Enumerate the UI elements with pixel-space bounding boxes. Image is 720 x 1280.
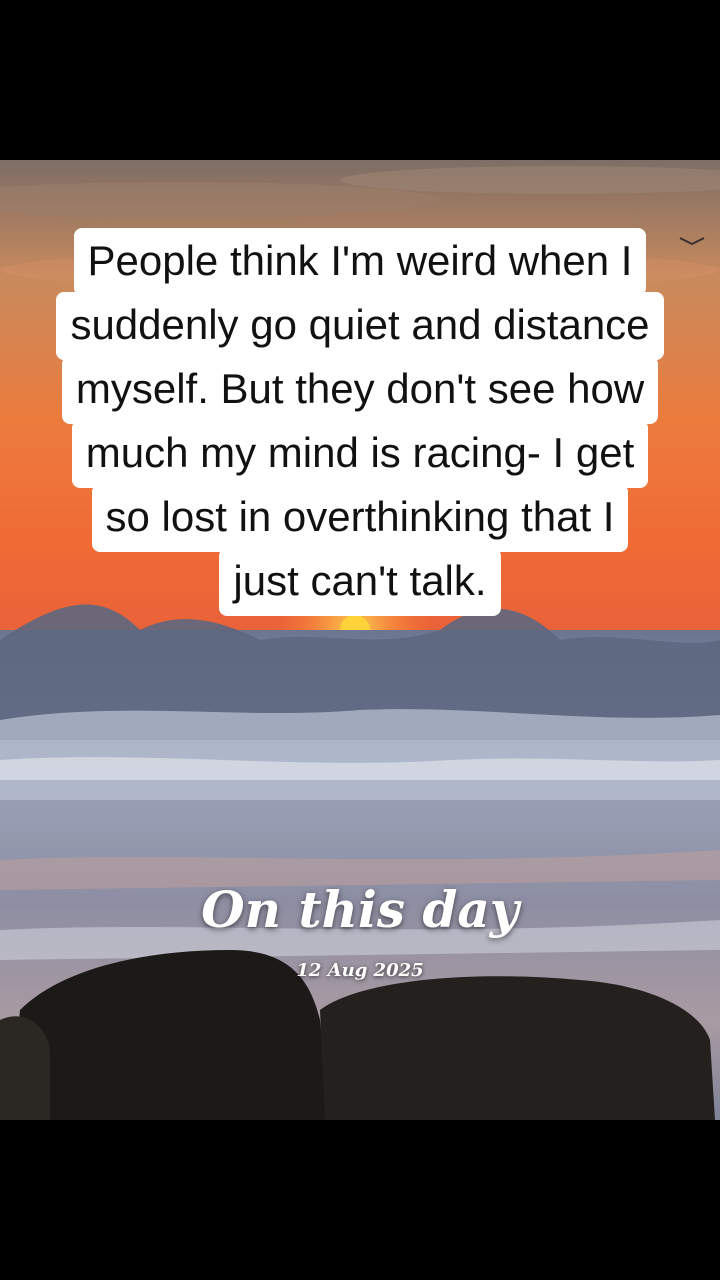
quote-overlay: People think I'm weird when I suddenly g… (0, 228, 720, 616)
quote-line: myself. But they don't see how (61, 356, 659, 424)
quote-line: suddenly go quiet and distance (56, 292, 664, 360)
quote-line: so lost in overthinking that I (91, 484, 629, 552)
quote-line: People think I'm weird when I (73, 228, 647, 296)
on-this-day-title: On this day (201, 880, 519, 939)
quote-line: just can't talk. (219, 548, 501, 616)
quote-line: much my mind is racing- I get (71, 420, 649, 488)
memory-date: 12 Aug 2025 (296, 960, 424, 981)
